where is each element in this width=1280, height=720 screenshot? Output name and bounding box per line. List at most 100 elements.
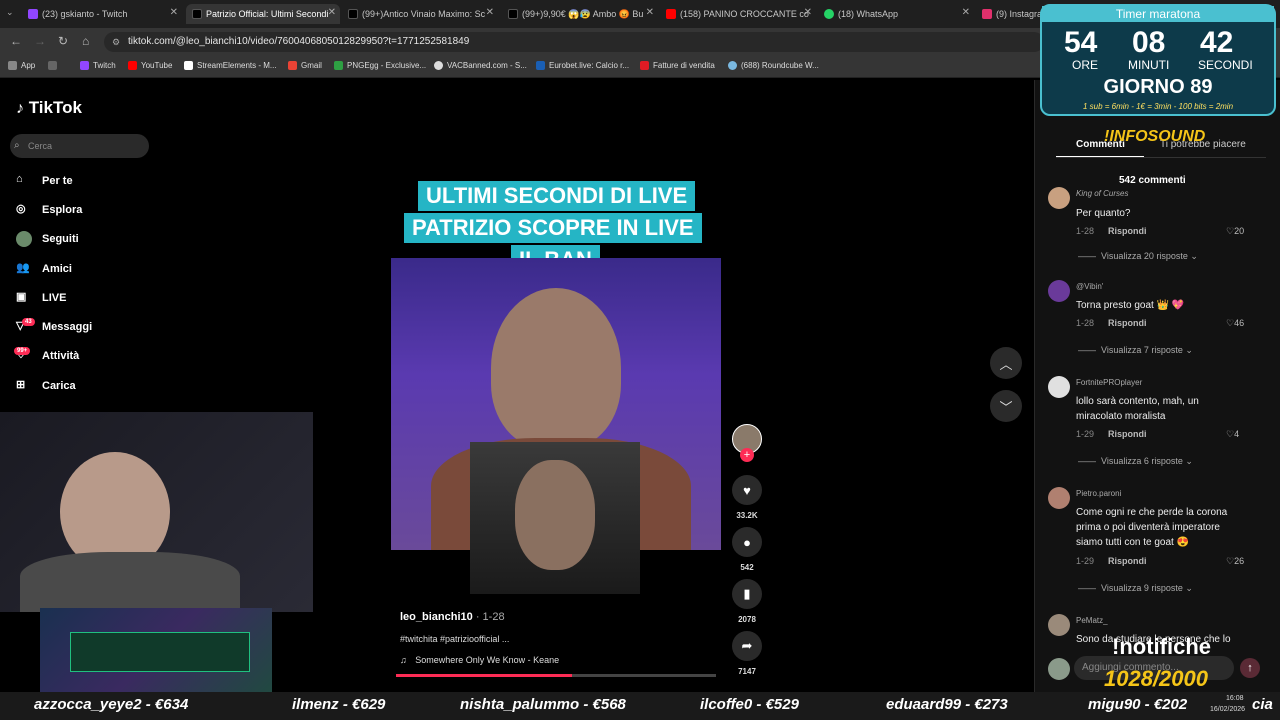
reload-icon[interactable]: ↻ [58,34,68,48]
bookmark-roundcube[interactable]: (688) Roundcube W... [728,61,819,70]
timer-seconds: 42 [1200,26,1234,59]
close-tab-icon[interactable]: ✕ [962,7,970,18]
comment-like-count: 26 [1234,556,1245,566]
nav-label: Seguiti [42,233,79,245]
url-text: tiktok.com/@leo_bianchi10/video/76004068… [128,36,470,47]
video-author[interactable]: leo_bianchi10 · 1-28 [400,611,505,623]
view-replies[interactable]: —— Visualizza 7 risposte ⌄ [1078,345,1193,356]
back-icon[interactable]: ← [10,34,22,48]
heart-outline-icon: ♡ [1226,556,1235,566]
bookmark-twitch[interactable]: Twitch [80,61,116,70]
eurobet-icon [536,61,545,70]
video-music[interactable]: ♫ Somewhere Only We Know - Keane [400,655,559,665]
share-button[interactable]: ➦ [732,631,762,661]
comment-avatar[interactable] [1048,376,1070,398]
tab-ambo[interactable]: (99+)9,90€ 😱😰 Ambo 😡 Bu ✕ [508,4,658,24]
nav-label: Attività [42,350,80,362]
video-hashtags[interactable]: #twitchita #patrizioofficial ... [400,634,509,644]
ticker-entry: ilcoffe0 - €529 [700,696,799,713]
comment-user[interactable]: PeMatz_ [1076,616,1108,625]
bookmark-streamelements[interactable]: StreamElements - M... [184,61,277,70]
comment-user[interactable]: FortnitePROplayer [1076,378,1142,387]
view-replies[interactable]: —— Visualizza 9 risposte ⌄ [1078,583,1193,594]
tab-youtube[interactable]: (158) PANINO CROCCANTE co ✕ [666,4,816,24]
tab-instagram[interactable]: (9) Instagram [982,4,1042,24]
view-replies[interactable]: —— Visualizza 6 risposte ⌄ [1078,456,1193,467]
reply-button[interactable]: Rispondi [1108,429,1147,439]
comment-like-count: 20 [1234,226,1245,236]
bookmark-button[interactable]: ▮ [732,579,762,609]
reply-button[interactable]: Rispondi [1108,226,1147,236]
previous-video-button[interactable]: ︿ [990,347,1022,379]
next-video-button[interactable]: ﹀ [990,390,1022,422]
comment-like[interactable]: ♡4 [1226,429,1239,440]
view-replies[interactable]: —— Visualizza 20 risposte ⌄ [1078,251,1198,262]
tab-whatsapp[interactable]: (18) WhatsApp ✕ [824,4,974,24]
reply-button[interactable]: Rispondi [1108,556,1147,566]
comment-avatar[interactable] [1048,187,1070,209]
comment-avatar[interactable] [1048,280,1070,302]
video-progress-fill [396,674,572,677]
comment-user[interactable]: Pietro.paroni [1076,489,1121,498]
tab-tiktok-active[interactable]: Patrizio Official: Ultimi Secondi ✕ [186,4,340,24]
bookmark-label: VACBanned.com - S... [447,61,527,70]
bookmark-eurobet[interactable]: Eurobet.live: Calcio r... [536,61,629,70]
video-caption-line-1: ULTIMI SECONDI DI LIVE [418,181,696,211]
comment-avatar[interactable] [1048,487,1070,509]
close-tab-icon[interactable]: ✕ [804,7,812,18]
bookmark-label: Fatture di vendita [653,61,715,70]
home-icon[interactable]: ⌂ [82,34,89,48]
nav-seguiti[interactable]: Seguiti [16,229,79,249]
upload-icon: ⊞ [16,379,26,391]
comment-meta: 1-28 Rispondi [1076,226,1147,236]
bookmark-apps[interactable]: App [8,61,35,70]
tab-label: (18) WhatsApp [838,9,899,19]
comment-button[interactable]: ● [732,527,762,557]
comment-icon: ● [743,534,751,550]
comment-date: 1-29 [1076,556,1095,566]
send-comment-button[interactable]: ↑ [1240,658,1260,678]
close-tab-icon[interactable]: ✕ [646,7,654,18]
bookmark-label: Gmail [301,61,322,70]
address-bar[interactable]: ⚙ tiktok.com/@leo_bianchi10/video/760040… [104,32,1044,52]
close-tab-icon[interactable]: ✕ [486,7,494,18]
tab-twitch[interactable]: (23) gskianto - Twitch ✕ [28,4,182,24]
site-info-icon[interactable]: ⚙ [112,32,120,52]
comment-like[interactable]: ♡26 [1226,556,1244,567]
bookmark-grid[interactable] [48,61,61,70]
nav-per-te[interactable]: ⌂ Per te [16,171,73,191]
comment-user[interactable]: @Vibin' [1076,282,1103,291]
nav-amici[interactable]: 👥 Amici [16,259,72,279]
nav-carica[interactable]: ⊞ Carica [16,376,76,396]
minutes-label: MINUTI [1128,58,1170,72]
tiktok-logo[interactable]: ♪ TikTok [16,98,82,118]
tab-search-icon[interactable]: ⌄ [6,7,14,18]
comment-date: 1-28 [1076,318,1095,328]
tab-label: (99+)9,90€ 😱😰 Ambo 😡 Bu [522,8,644,19]
tab-antico-vinaio[interactable]: (99+)Antico Vinaio Maximo: Sc ✕ [348,4,498,24]
bookmark-fatture[interactable]: Fatture di vendita [640,61,715,70]
search-input[interactable]: ⌕ Cerca [10,134,149,158]
like-button[interactable]: ♥ [732,475,762,505]
timer-minutes: 08 [1132,26,1166,59]
bookmark-gmail[interactable]: Gmail [288,61,322,70]
video-progress-track[interactable] [396,674,716,677]
comment-date: 1-28 [1076,226,1095,236]
bookmark-youtube[interactable]: YouTube [128,61,172,70]
comment-like[interactable]: ♡20 [1226,226,1244,237]
nav-esplora[interactable]: ◎ Esplora [16,200,82,220]
comment-avatar[interactable] [1048,614,1070,636]
roundcube-icon [728,61,737,70]
bookmark-pngegg[interactable]: PNGEgg - Exclusive... [334,61,426,70]
follow-plus-icon[interactable]: + [740,448,754,462]
comment-like[interactable]: ♡46 [1226,318,1244,329]
close-tab-icon[interactable]: ✕ [328,7,336,18]
reply-button[interactable]: Rispondi [1108,318,1147,328]
comment-user[interactable]: King of Curses [1076,189,1128,198]
bookmark-vacbanned[interactable]: VACBanned.com - S... [434,61,527,70]
nav-live[interactable]: ▣ LIVE [16,288,66,308]
close-tab-icon[interactable]: ✕ [170,7,178,18]
chevron-down-icon: ⌄ [1185,456,1193,466]
comment-text: Per quanto? [1076,208,1131,219]
forward-icon[interactable]: → [34,34,46,48]
